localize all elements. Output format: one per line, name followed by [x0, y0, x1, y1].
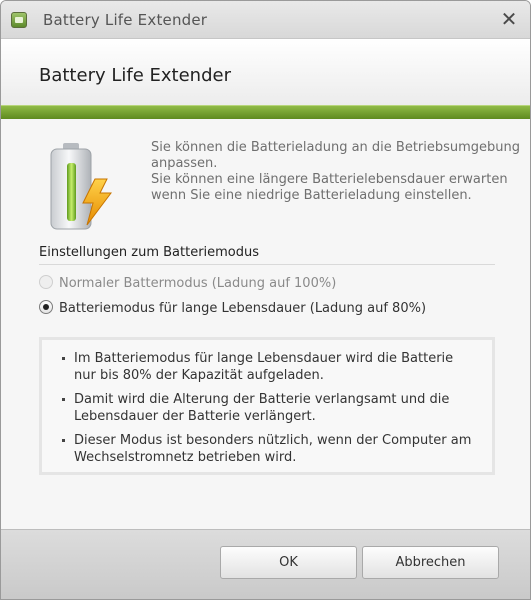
battery-app-icon [11, 12, 27, 28]
section-divider [39, 264, 495, 265]
radio-label: Batteriemodus für lange Lebensdauer (Lad… [59, 301, 427, 316]
dialog-header: Battery Life Extender [1, 39, 530, 105]
radio-button[interactable] [39, 275, 53, 289]
intro-line-1: Sie können die Batterieladung an die Bet… [151, 140, 521, 171]
radio-long-life-mode[interactable]: Batteriemodus für lange Lebensdauer (Lad… [39, 300, 426, 316]
info-item: Im Batteriemodus für lange Lebensdauer w… [62, 350, 478, 384]
battery-life-extender-dialog: Battery Life Extender ✕ Battery Life Ext… [0, 0, 531, 600]
page-title: Battery Life Extender [39, 65, 231, 86]
ok-button[interactable]: OK [220, 546, 357, 579]
dialog-content: Sie können die Batterieladung an die Bet… [1, 119, 530, 529]
info-box: Im Batteriemodus für lange Lebensdauer w… [39, 337, 495, 475]
radio-normal-mode[interactable]: Normaler Battermodus (Ladung auf 100%) [39, 275, 336, 291]
accent-divider [1, 105, 530, 119]
cancel-button[interactable]: Abbrechen [362, 546, 499, 579]
battery-bolt-icon [50, 143, 112, 230]
window-title: Battery Life Extender [43, 11, 208, 29]
info-item: Damit wird die Alterung der Batterie ver… [62, 391, 478, 425]
intro-text: Sie können die Batterieladung an die Bet… [151, 140, 521, 204]
info-item: Dieser Modus ist besonders nützlich, wen… [62, 432, 478, 466]
close-icon[interactable]: ✕ [498, 9, 520, 31]
title-bar[interactable]: Battery Life Extender ✕ [1, 1, 530, 39]
intro-line-2: Sie können eine längere Batterielebensda… [151, 172, 508, 203]
dialog-footer: OK Abbrechen [1, 529, 530, 599]
radio-label: Normaler Battermodus (Ladung auf 100%) [59, 276, 337, 291]
section-title: Einstellungen zum Batteriemodus [39, 245, 260, 260]
radio-button[interactable] [39, 300, 53, 314]
